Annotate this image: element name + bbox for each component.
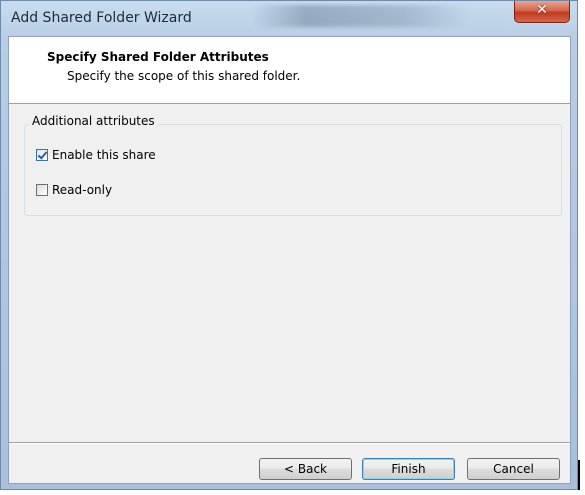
- close-button[interactable]: ✕: [514, 1, 570, 23]
- title-bar-glare: [251, 5, 471, 27]
- page-subtitle: Specify the scope of this shared folder.: [67, 69, 301, 83]
- cancel-button[interactable]: Cancel: [467, 458, 560, 480]
- read-only-label: Read-only: [52, 183, 113, 197]
- enable-share-checkbox[interactable]: Enable this share: [36, 148, 156, 162]
- wizard-window: Add Shared Folder Wizard ✕ Specify Share…: [0, 0, 578, 490]
- finish-button[interactable]: Finish: [362, 458, 455, 480]
- title-bar[interactable]: Add Shared Folder Wizard ✕: [1, 1, 577, 37]
- read-only-checkbox[interactable]: Read-only: [36, 183, 112, 197]
- back-button[interactable]: < Back: [259, 458, 352, 480]
- attributes-groupbox: [24, 124, 562, 216]
- window-title: Add Shared Folder Wizard: [11, 10, 192, 26]
- wizard-header: Specify Shared Folder Attributes Specify…: [9, 37, 570, 104]
- read-only-check-box[interactable]: [36, 184, 48, 196]
- enable-share-check-box[interactable]: [36, 149, 48, 161]
- footer-divider-highlight: [9, 443, 570, 444]
- attributes-group-label: Additional attributes: [29, 114, 158, 128]
- window-edge: [578, 460, 580, 490]
- page-title: Specify Shared Folder Attributes: [47, 50, 269, 64]
- close-icon: ✕: [536, 2, 548, 18]
- wizard-content: Specify Shared Folder Attributes Specify…: [8, 36, 571, 484]
- enable-share-label: Enable this share: [52, 148, 156, 162]
